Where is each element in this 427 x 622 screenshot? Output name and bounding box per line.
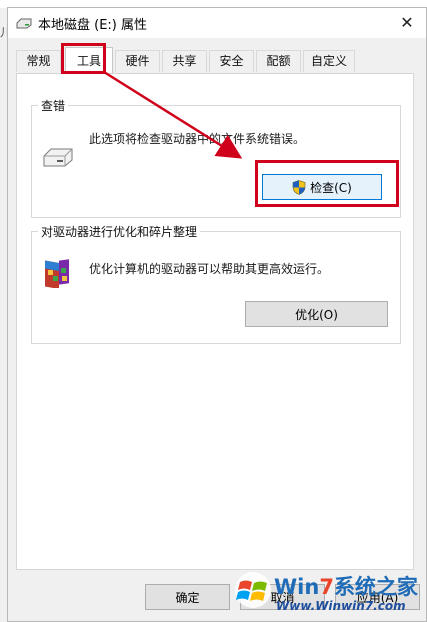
optimize-button[interactable]: 优化(O) bbox=[245, 301, 388, 327]
ok-button[interactable]: 确定 bbox=[145, 584, 230, 610]
properties-window: 本地磁盘 (E:) 属性 ✕ 常规 工具 硬件 共享 安全 配额 自定义 查错 … bbox=[7, 7, 427, 622]
tools-panel: 查错 此选项将检查驱动器中的文件系统错误。 检查(C) 对驱动器进行优化和碎片整… bbox=[16, 73, 414, 570]
optimize-group: 对驱动器进行优化和碎片整理 优化计算机的驱动器可以帮助其更高效运行。 优化(O) bbox=[31, 223, 401, 344]
tab-hardware[interactable]: 硬件 bbox=[115, 50, 160, 72]
drive-icon bbox=[16, 18, 32, 29]
window-title: 本地磁盘 (E:) 属性 bbox=[38, 18, 148, 33]
tools-tab-highlight bbox=[61, 43, 106, 74]
tab-sharing[interactable]: 共享 bbox=[162, 50, 207, 72]
optimize-group-label: 对驱动器进行优化和碎片整理 bbox=[38, 223, 201, 240]
tab-security[interactable]: 安全 bbox=[209, 50, 254, 72]
watermark-title-part3: 系统之家 bbox=[333, 575, 418, 599]
title-bar[interactable]: 本地磁盘 (E:) 属性 ✕ bbox=[8, 8, 426, 38]
close-icon: ✕ bbox=[400, 13, 414, 32]
error-check-description: 此选项将检查驱动器中的文件系统错误。 bbox=[89, 132, 306, 146]
close-button[interactable]: ✕ bbox=[396, 12, 418, 34]
error-check-group-label: 查错 bbox=[38, 97, 69, 114]
check-button-highlight bbox=[255, 160, 399, 207]
tab-quota[interactable]: 配额 bbox=[256, 50, 301, 72]
windows-logo-icon bbox=[235, 572, 271, 608]
watermark-title: Win7系统之家 bbox=[274, 571, 418, 601]
watermark-title-part2: 7 bbox=[319, 575, 334, 599]
tab-general[interactable]: 常规 bbox=[16, 50, 61, 72]
tab-customize[interactable]: 自定义 bbox=[303, 50, 355, 72]
optimize-description: 优化计算机的驱动器可以帮助其更高效运行。 bbox=[89, 262, 330, 276]
watermark-url: Www.Winwin7.com bbox=[276, 599, 406, 613]
drive-icon bbox=[43, 148, 73, 167]
defrag-icon bbox=[45, 259, 69, 288]
watermark-title-part1: Win bbox=[274, 575, 320, 599]
watermark-logo: Win7系统之家 Www.Winwin7.com bbox=[230, 565, 425, 620]
